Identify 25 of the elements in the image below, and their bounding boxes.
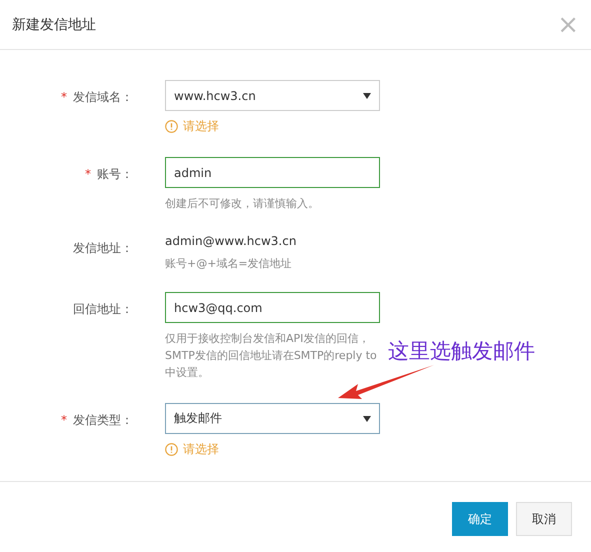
- help-text: 创建后不可修改，请谨慎输入。: [165, 196, 320, 212]
- cancel-button[interactable]: 取消: [516, 502, 572, 536]
- dialog-title: 新建发信地址: [12, 16, 96, 34]
- caret-icon: [363, 416, 371, 422]
- required-mark: *: [85, 167, 91, 181]
- field-label: 发信地址：: [73, 241, 133, 255]
- field-label: 账号：: [97, 167, 133, 181]
- warning-icon: [165, 443, 178, 456]
- help-text: 账号+@+域名=发信地址: [165, 256, 293, 272]
- field-label: 发信类型：: [73, 413, 133, 427]
- annotation-text: 这里选触发邮件: [388, 338, 535, 365]
- field-value: admin@www.hcw3.cn: [165, 234, 298, 248]
- select-field[interactable]: 触发邮件: [165, 403, 380, 434]
- caret-icon: [363, 92, 371, 98]
- input-field[interactable]: hcw3@qq.com: [165, 292, 380, 323]
- field-label: 回信地址：: [73, 302, 133, 316]
- warning-text: 请选择: [183, 441, 219, 458]
- required-mark: *: [61, 413, 67, 427]
- warning-text: 请选择: [183, 118, 219, 135]
- input-field[interactable]: admin: [165, 157, 380, 188]
- required-mark: *: [61, 90, 67, 104]
- select-field[interactable]: www.hcw3.cn: [165, 80, 380, 111]
- warning-icon: [165, 120, 178, 133]
- help-text: 仅用于接收控制台发信和API发信的回信，SMTP发信的回信地址请在SMTP的reply to中设置。: [165, 331, 378, 381]
- field-label: 发信域名：: [73, 90, 133, 104]
